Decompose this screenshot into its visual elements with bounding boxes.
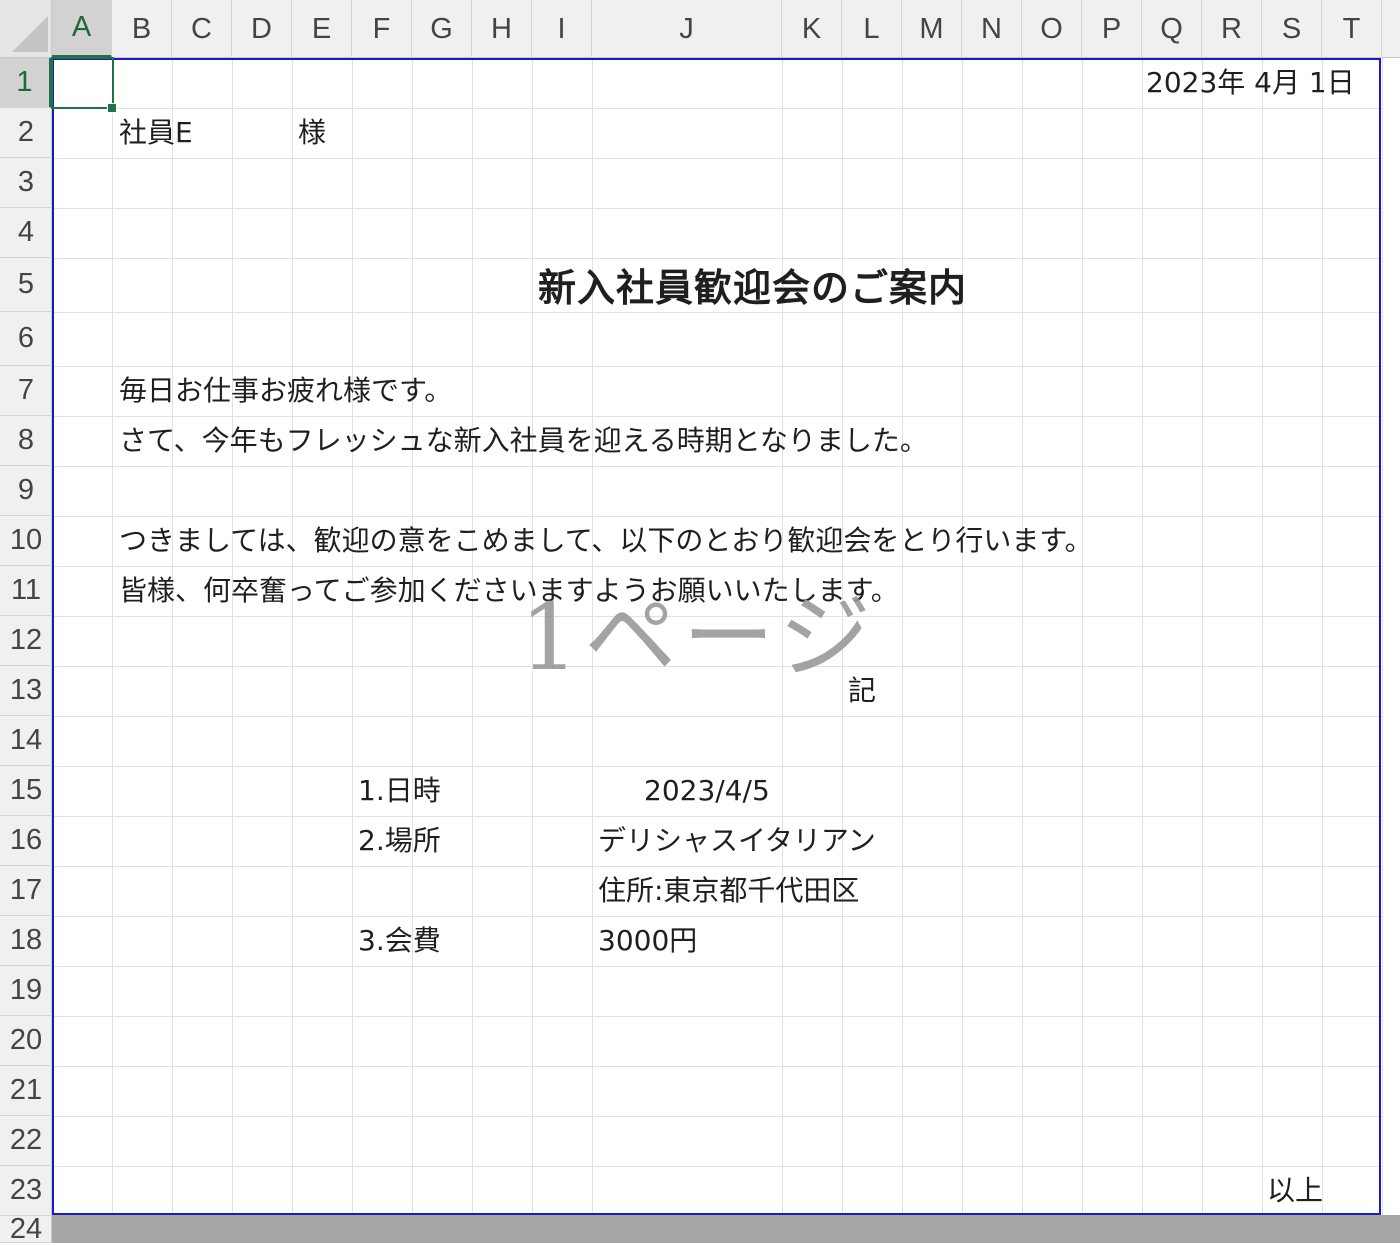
gridline-vertical (1202, 58, 1203, 1215)
item-label[interactable]: 1.日時 (358, 766, 441, 816)
item-value[interactable]: 住所:東京都千代田区 (598, 866, 859, 916)
gridline-horizontal (52, 716, 1382, 717)
gridline-horizontal (52, 1116, 1382, 1117)
column-header-e[interactable]: E (292, 0, 352, 58)
spreadsheet-grid[interactable]: ABCDEFGHIJKLMNOPQRST 1 2 3 4 5 6 7 8 9 10 11 12 13 14… (0, 0, 1400, 1245)
column-header-c[interactable]: C (172, 0, 232, 58)
gridline-vertical (1322, 58, 1323, 1215)
gridline-vertical (1082, 58, 1083, 1215)
gridline-horizontal (52, 158, 1382, 159)
document-title[interactable]: 新入社員歓迎会のご案内 (538, 258, 967, 318)
body-line-3[interactable]: つきましては、歓迎の意をこめまして、以下のとおり歓迎会をとり行います。 (119, 516, 1093, 566)
fill-handle[interactable] (107, 103, 117, 113)
row-header-23[interactable]: 23 (0, 1166, 52, 1216)
column-header-g[interactable]: G (412, 0, 472, 58)
row-header-16[interactable]: 16 (0, 816, 52, 866)
row-header-9[interactable]: 9 (0, 466, 52, 516)
gridline-horizontal (52, 1066, 1382, 1067)
row-header-17[interactable]: 17 (0, 866, 52, 916)
column-header-k[interactable]: K (782, 0, 842, 58)
column-header-r[interactable]: R (1202, 0, 1262, 58)
item-value[interactable]: デリシャスイタリアン (598, 816, 876, 866)
gridline-vertical (412, 58, 413, 1215)
row-header-22[interactable]: 22 (0, 1116, 52, 1166)
row-header-24[interactable]: 24 (0, 1213, 52, 1245)
gridline-vertical (1382, 58, 1383, 1215)
gridline-horizontal (52, 966, 1382, 967)
item-value[interactable]: 3000円 (598, 916, 697, 966)
page-watermark: 1ページ (520, 584, 877, 691)
column-header-s[interactable]: S (1262, 0, 1322, 58)
column-header-f[interactable]: F (352, 0, 412, 58)
gridline-vertical (472, 58, 473, 1215)
row-header-8[interactable]: 8 (0, 416, 52, 466)
active-cell-cursor[interactable] (51, 57, 114, 109)
column-header-j[interactable]: J (592, 0, 782, 58)
row-header-18[interactable]: 18 (0, 916, 52, 966)
row-header-12[interactable]: 12 (0, 616, 52, 666)
body-line-2[interactable]: さて、今年もフレッシュな新入社員を迎える時期となりました。 (119, 416, 928, 466)
column-header-b[interactable]: B (112, 0, 172, 58)
gridline-horizontal (52, 108, 1382, 109)
gridline-vertical (962, 58, 963, 1215)
column-header-d[interactable]: D (232, 0, 292, 58)
select-all-triangle-icon (12, 16, 48, 52)
gridline-horizontal (52, 208, 1382, 209)
row-header-10[interactable]: 10 (0, 516, 52, 566)
row-header-15[interactable]: 15 (0, 766, 52, 816)
gridline-vertical (1262, 58, 1263, 1215)
row-header-19[interactable]: 19 (0, 966, 52, 1016)
honorific-cell[interactable]: 様 (298, 108, 326, 158)
column-header-a[interactable]: A (52, 0, 112, 58)
gridline-horizontal (52, 1016, 1382, 1017)
column-header-o[interactable]: O (1022, 0, 1082, 58)
column-header-h[interactable]: H (472, 0, 532, 58)
column-header-n[interactable]: N (962, 0, 1022, 58)
gridline-vertical (902, 58, 903, 1215)
gridline-vertical (292, 58, 293, 1215)
body-line-1[interactable]: 毎日お仕事お疲れ様です。 (119, 366, 452, 416)
column-header-m[interactable]: M (902, 0, 962, 58)
row-header-14[interactable]: 14 (0, 716, 52, 766)
select-all-button[interactable] (0, 0, 52, 58)
column-header-i[interactable]: I (532, 0, 592, 58)
row-header-1[interactable]: 1 (0, 58, 52, 108)
column-header-q[interactable]: Q (1142, 0, 1202, 58)
item-label[interactable]: 2.場所 (358, 816, 441, 866)
row-header-7[interactable]: 7 (0, 366, 52, 416)
gridline-vertical (1022, 58, 1023, 1215)
recipient-cell[interactable]: 社員E (119, 108, 193, 158)
gridline-vertical (112, 58, 113, 1215)
item-value[interactable]: 2023/4/5 (644, 766, 770, 816)
gridline-horizontal (52, 1166, 1382, 1167)
closing-cell[interactable]: 以上 (1267, 1166, 1323, 1216)
column-header-p[interactable]: P (1082, 0, 1142, 58)
row-header-3[interactable]: 3 (0, 158, 52, 208)
gridline-horizontal (52, 916, 1382, 917)
item-label[interactable]: 3.会費 (358, 916, 441, 966)
gridline-vertical (232, 58, 233, 1215)
row-header-20[interactable]: 20 (0, 1016, 52, 1066)
ki-cell[interactable]: 記 (848, 666, 876, 716)
date-cell[interactable]: 2023年 4月 1日 (1146, 58, 1355, 108)
gridline-vertical (1142, 58, 1143, 1215)
row-header-2[interactable]: 2 (0, 108, 52, 158)
outside-print-area (52, 1215, 1400, 1243)
gridline-vertical (172, 58, 173, 1215)
gridline-horizontal (52, 466, 1382, 467)
row-header-4[interactable]: 4 (0, 208, 52, 258)
column-header-l[interactable]: L (842, 0, 902, 58)
row-header-5[interactable]: 5 (0, 258, 52, 312)
row-header-13[interactable]: 13 (0, 666, 52, 716)
column-header-t[interactable]: T (1322, 0, 1382, 58)
row-header-6[interactable]: 6 (0, 312, 52, 366)
gridline-vertical (352, 58, 353, 1215)
row-header-11[interactable]: 11 (0, 566, 52, 616)
row-header-21[interactable]: 21 (0, 1066, 52, 1116)
